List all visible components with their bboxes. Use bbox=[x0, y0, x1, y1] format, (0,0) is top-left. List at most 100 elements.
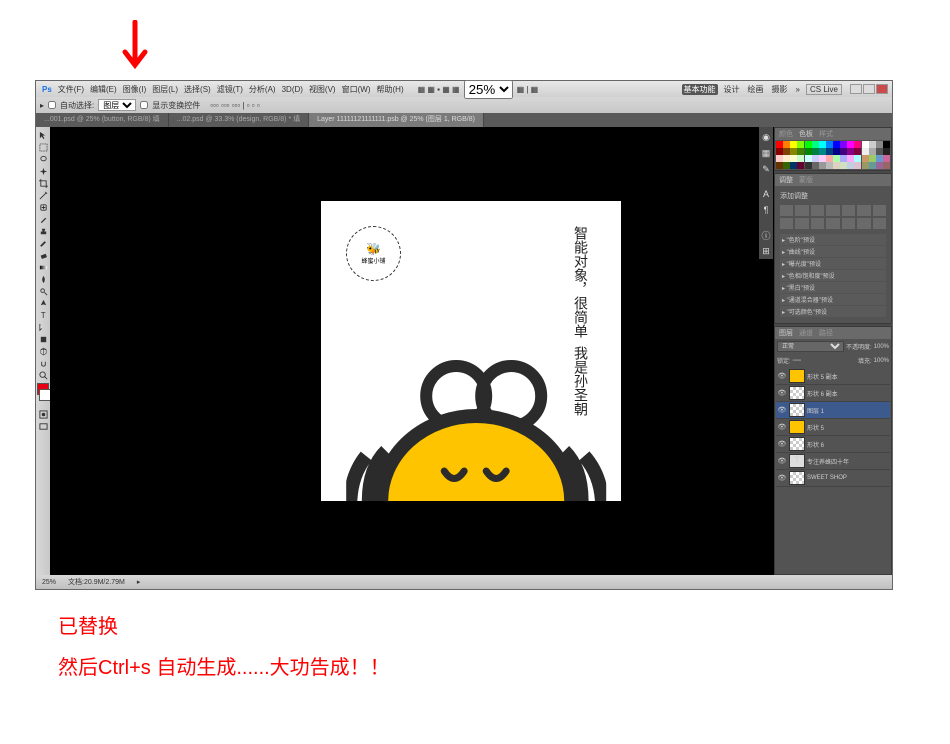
adjustment-preset[interactable]: ▸ "曝光度"预设 bbox=[780, 258, 886, 269]
swatch-cell[interactable] bbox=[819, 141, 826, 148]
swatch-cell[interactable] bbox=[840, 148, 847, 155]
maximize-button[interactable] bbox=[863, 84, 875, 94]
swatch-cell[interactable] bbox=[783, 162, 790, 169]
workspace-design[interactable]: 设计 bbox=[722, 84, 742, 95]
swatch-cell[interactable] bbox=[833, 141, 840, 148]
dodge-tool[interactable] bbox=[37, 286, 49, 297]
info-icon[interactable]: ⓘ bbox=[760, 228, 772, 242]
swatch-cell[interactable] bbox=[883, 155, 890, 162]
workspace-painting[interactable]: 绘画 bbox=[746, 84, 766, 95]
doc-tab-1[interactable]: ...001.psd @ 25% (button, RGB/8) 填 bbox=[36, 113, 169, 127]
layer-item[interactable]: 👁T专注养蜂四十年 bbox=[776, 453, 890, 470]
swatch-cell[interactable] bbox=[862, 162, 869, 169]
swatches-grid[interactable] bbox=[775, 140, 891, 170]
swatch-cell[interactable] bbox=[883, 141, 890, 148]
swatch-cell[interactable] bbox=[862, 141, 869, 148]
swatch-cell[interactable] bbox=[869, 141, 876, 148]
adjustment-preset[interactable]: ▸ "色阶"预设 bbox=[780, 234, 886, 245]
masks-tab[interactable]: 蒙版 bbox=[799, 175, 813, 185]
swatch-cell[interactable] bbox=[819, 148, 826, 155]
type-tool[interactable]: T bbox=[37, 310, 49, 321]
menu-file[interactable]: 文件(F) bbox=[56, 84, 86, 95]
layer-visibility-icon[interactable]: 👁 bbox=[777, 456, 787, 466]
crop-tool[interactable] bbox=[37, 178, 49, 189]
adjustment-preset[interactable]: ▸ "黑白"预设 bbox=[780, 282, 886, 293]
swatch-cell[interactable] bbox=[776, 155, 783, 162]
layers-tab[interactable]: 图层 bbox=[779, 328, 793, 338]
swatch-cell[interactable] bbox=[790, 148, 797, 155]
swatch-cell[interactable] bbox=[840, 162, 847, 169]
adjustment-preset[interactable]: ▸ "可选颜色"预设 bbox=[780, 306, 886, 317]
swatch-cell[interactable] bbox=[805, 162, 812, 169]
swatch-cell[interactable] bbox=[812, 141, 819, 148]
layer-visibility-icon[interactable]: 👁 bbox=[777, 439, 787, 449]
adjustment-preset[interactable]: ▸ "曲线"预设 bbox=[780, 246, 886, 257]
adjustments-tab[interactable]: 调整 bbox=[779, 175, 793, 185]
doc-tab-2[interactable]: ...02.psd @ 33.3% (design, RGB/8) * 填 bbox=[169, 113, 309, 127]
layer-item[interactable]: 👁形状 6 副本 bbox=[776, 385, 890, 402]
stamp-tool[interactable] bbox=[37, 226, 49, 237]
layer-item[interactable]: 👁图层 1 bbox=[776, 402, 890, 419]
swatch-cell[interactable] bbox=[797, 148, 804, 155]
swatch-cell[interactable] bbox=[776, 148, 783, 155]
swatch-cell[interactable] bbox=[797, 141, 804, 148]
pen-tool[interactable] bbox=[37, 298, 49, 309]
para-icon[interactable]: ¶ bbox=[760, 203, 772, 217]
layer-name[interactable]: 形状 5 bbox=[807, 423, 889, 432]
swatch-cell[interactable] bbox=[826, 141, 833, 148]
zoom-tool[interactable] bbox=[37, 370, 49, 381]
swatch-cell[interactable] bbox=[869, 148, 876, 155]
swatch-cell[interactable] bbox=[790, 162, 797, 169]
opacity-value[interactable]: 100% bbox=[874, 344, 889, 350]
swatch-cell[interactable] bbox=[883, 162, 890, 169]
swatch-cell[interactable] bbox=[840, 155, 847, 162]
fill-value[interactable]: 100% bbox=[874, 358, 889, 364]
swatch-cell[interactable] bbox=[869, 155, 876, 162]
swatch-cell[interactable] bbox=[812, 155, 819, 162]
move-tool[interactable] bbox=[37, 130, 49, 141]
eraser-tool[interactable] bbox=[37, 250, 49, 261]
canvas[interactable]: 🐝 蜂蜜小铺 智能对象，很简单 我是孙圣朝 bbox=[321, 201, 621, 501]
swatch-cell[interactable] bbox=[783, 155, 790, 162]
layer-item[interactable]: 👁形状 5 副本 bbox=[776, 368, 890, 385]
swatch-cell[interactable] bbox=[840, 141, 847, 148]
swatch-cell[interactable] bbox=[854, 162, 861, 169]
swatch-cell[interactable] bbox=[847, 162, 854, 169]
swatches-tab[interactable]: 色板 bbox=[799, 129, 813, 139]
menu-select[interactable]: 选择(S) bbox=[182, 84, 213, 95]
swatch-cell[interactable] bbox=[833, 155, 840, 162]
layer-name[interactable]: 形状 6 bbox=[807, 440, 889, 449]
swatch-cell[interactable] bbox=[812, 148, 819, 155]
menu-analysis[interactable]: 分析(A) bbox=[247, 84, 278, 95]
shape-tool[interactable] bbox=[37, 334, 49, 345]
layer-name[interactable]: 专注养蜂四十年 bbox=[807, 457, 889, 466]
hand-tool[interactable] bbox=[37, 358, 49, 369]
swatch-cell[interactable] bbox=[805, 148, 812, 155]
swatch-cell[interactable] bbox=[805, 155, 812, 162]
adjustment-icons[interactable] bbox=[778, 203, 888, 231]
layer-visibility-icon[interactable]: 👁 bbox=[777, 422, 787, 432]
zoom-dropdown[interactable]: 25% bbox=[464, 80, 513, 99]
swatch-cell[interactable] bbox=[776, 141, 783, 148]
workspace-photo[interactable]: 摄影 bbox=[770, 84, 790, 95]
layer-visibility-icon[interactable]: 👁 bbox=[777, 371, 787, 381]
swatch-cell[interactable] bbox=[797, 162, 804, 169]
zoom-level[interactable]: 25% bbox=[42, 579, 56, 586]
swatch-cell[interactable] bbox=[854, 155, 861, 162]
wand-tool[interactable] bbox=[37, 166, 49, 177]
paths-tab[interactable]: 路径 bbox=[819, 328, 833, 338]
menu-edit[interactable]: 编辑(E) bbox=[88, 84, 119, 95]
swatch-cell[interactable] bbox=[883, 148, 890, 155]
swatch-cell[interactable] bbox=[847, 155, 854, 162]
menu-help[interactable]: 帮助(H) bbox=[375, 84, 406, 95]
swatches-icon[interactable]: ▦ bbox=[760, 146, 772, 160]
swatch-cell[interactable] bbox=[854, 141, 861, 148]
swatch-cell[interactable] bbox=[876, 155, 883, 162]
layer-item[interactable]: 👁SWEET SHOP bbox=[776, 470, 890, 487]
layer-visibility-icon[interactable]: 👁 bbox=[777, 388, 787, 398]
heal-tool[interactable] bbox=[37, 202, 49, 213]
path-tool[interactable] bbox=[37, 322, 49, 333]
screenmode-tool[interactable] bbox=[37, 421, 49, 432]
close-button[interactable] bbox=[876, 84, 888, 94]
swatch-cell[interactable] bbox=[876, 162, 883, 169]
